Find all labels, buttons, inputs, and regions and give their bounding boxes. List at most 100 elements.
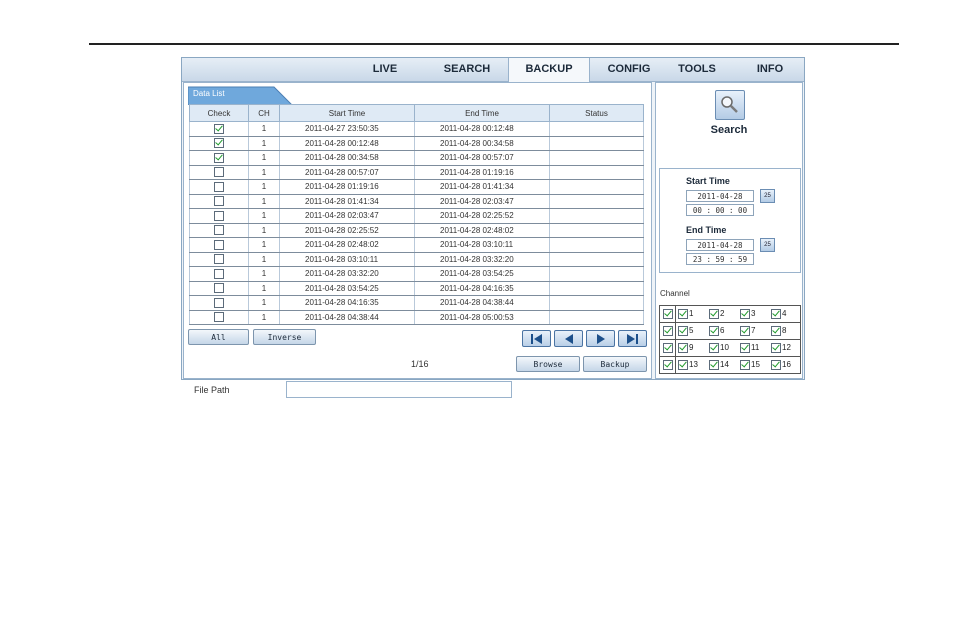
row-checkbox[interactable] xyxy=(214,283,224,294)
menu-config[interactable]: CONFIG xyxy=(595,58,663,81)
table-row[interactable]: 1 2011-04-28 02:03:47 2011-04-28 02:25:52 xyxy=(189,208,644,224)
channel-checkbox[interactable] xyxy=(709,360,719,370)
row-checkbox[interactable] xyxy=(214,268,224,279)
channel-row-all-checkbox[interactable] xyxy=(662,343,673,353)
row-end-time: 2011-04-28 04:38:44 xyxy=(414,295,550,311)
channel-checkbox[interactable] xyxy=(740,309,750,319)
channel-row: 1 2 3 4 xyxy=(659,305,801,323)
backup-button[interactable]: Backup xyxy=(583,356,647,372)
row-checkbox[interactable] xyxy=(214,297,224,308)
data-list-tab[interactable]: Data List xyxy=(188,85,293,105)
table-row[interactable]: 1 2011-04-28 00:57:07 2011-04-28 01:19:16 xyxy=(189,165,644,180)
end-clock-field[interactable]: 23 : 59 : 59 xyxy=(686,253,754,265)
channel-number: 5 xyxy=(689,326,694,336)
channel-option[interactable]: 11 xyxy=(738,343,769,353)
start-calendar-icon[interactable]: 25 xyxy=(760,189,775,203)
menu-tools[interactable]: TOOLS xyxy=(666,58,728,81)
channel-option[interactable]: 9 xyxy=(676,343,707,353)
row-status xyxy=(549,165,644,180)
channel-grid: 1 2 3 4 5 6 7 8 9 10 11 12 13 14 15 16 xyxy=(659,305,801,374)
channel-option[interactable]: 4 xyxy=(769,309,800,319)
search-label[interactable]: Search xyxy=(656,124,802,136)
table-row[interactable]: 1 2011-04-28 03:54:25 2011-04-28 04:16:35 xyxy=(189,281,644,296)
end-date-field[interactable]: 2011-04-28 xyxy=(686,239,754,251)
channel-checkbox[interactable] xyxy=(740,326,750,336)
channel-number: 10 xyxy=(720,343,729,353)
channel-checkbox[interactable] xyxy=(771,360,781,370)
row-checkbox[interactable] xyxy=(214,152,224,163)
table-row[interactable]: 1 2011-04-28 03:10:11 2011-04-28 03:32:20 xyxy=(189,252,644,267)
table-row[interactable]: 1 2011-04-28 02:25:52 2011-04-28 02:48:02 xyxy=(189,223,644,238)
row-check-cell xyxy=(189,121,249,137)
table-row[interactable]: 1 2011-04-28 04:38:44 2011-04-28 05:00:53 xyxy=(189,310,644,325)
channel-option[interactable]: 3 xyxy=(738,309,769,319)
prev-page-button[interactable] xyxy=(554,330,583,347)
channel-option[interactable]: 5 xyxy=(676,326,707,336)
channel-checkbox[interactable] xyxy=(771,309,781,319)
channel-checkbox[interactable] xyxy=(740,343,750,353)
channel-checkbox[interactable] xyxy=(709,326,719,336)
channel-option[interactable]: 12 xyxy=(769,343,800,353)
channel-checkbox[interactable] xyxy=(678,326,688,336)
row-checkbox[interactable] xyxy=(214,225,224,236)
row-end-time: 2011-04-28 03:54:25 xyxy=(414,266,550,282)
row-checkbox[interactable] xyxy=(214,239,224,250)
browse-button[interactable]: Browse xyxy=(516,356,580,372)
table-row[interactable]: 1 2011-04-28 01:41:34 2011-04-28 02:03:47 xyxy=(189,194,644,209)
menu-backup[interactable]: BACKUP xyxy=(508,58,590,82)
channel-checkbox[interactable] xyxy=(678,343,688,353)
row-checkbox[interactable] xyxy=(214,167,224,178)
channel-row-all-checkbox[interactable] xyxy=(662,326,673,336)
channel-option[interactable]: 1 xyxy=(676,309,707,319)
row-check-cell xyxy=(189,252,249,267)
row-checkbox[interactable] xyxy=(214,138,224,149)
channel-option[interactable]: 2 xyxy=(707,309,738,319)
end-calendar-icon[interactable]: 25 xyxy=(760,238,775,252)
channel-option[interactable]: 13 xyxy=(676,360,707,370)
channel-checkbox[interactable] xyxy=(740,360,750,370)
channel-checkbox[interactable] xyxy=(771,326,781,336)
menu-search[interactable]: SEARCH xyxy=(433,58,501,81)
channel-option[interactable]: 8 xyxy=(769,326,800,336)
first-page-button[interactable] xyxy=(522,330,551,347)
channel-checkbox[interactable] xyxy=(678,309,688,319)
row-checkbox[interactable] xyxy=(214,210,224,221)
channel-option[interactable]: 7 xyxy=(738,326,769,336)
table-row[interactable]: 1 2011-04-28 01:19:16 2011-04-28 01:41:34 xyxy=(189,179,644,195)
all-button[interactable]: All xyxy=(188,329,249,345)
menu-live[interactable]: LIVE xyxy=(356,58,414,81)
table-row[interactable]: 1 2011-04-28 00:34:58 2011-04-28 00:57:07 xyxy=(189,150,644,166)
next-page-button[interactable] xyxy=(586,330,615,347)
channel-row-all-checkbox[interactable] xyxy=(662,360,673,370)
channel-checkbox[interactable] xyxy=(709,309,719,319)
table-row[interactable]: 1 2011-04-28 03:32:20 2011-04-28 03:54:25 xyxy=(189,266,644,282)
channel-checkbox[interactable] xyxy=(678,360,688,370)
inverse-button[interactable]: Inverse xyxy=(253,329,316,345)
table-row[interactable]: 1 2011-04-28 04:16:35 2011-04-28 04:38:44 xyxy=(189,295,644,311)
table-row[interactable]: 1 2011-04-27 23:50:35 2011-04-28 00:12:48 xyxy=(189,121,644,137)
channel-checkbox[interactable] xyxy=(771,343,781,353)
channel-option[interactable]: 6 xyxy=(707,326,738,336)
menu-info[interactable]: INFO xyxy=(742,58,798,81)
row-checkbox[interactable] xyxy=(214,181,224,192)
channel-option[interactable]: 14 xyxy=(707,360,738,370)
table-row[interactable]: 1 2011-04-28 00:12:48 2011-04-28 00:34:58 xyxy=(189,136,644,151)
channel-row-all-checkbox[interactable] xyxy=(662,309,673,319)
row-checkbox[interactable] xyxy=(214,123,224,134)
start-clock-field[interactable]: 00 : 00 : 00 xyxy=(686,204,754,216)
search-icon-button[interactable] xyxy=(715,90,745,120)
channel-option[interactable]: 15 xyxy=(738,360,769,370)
file-path-input[interactable] xyxy=(286,381,512,398)
start-date-field[interactable]: 2011-04-28 xyxy=(686,190,754,202)
table-row[interactable]: 1 2011-04-28 02:48:02 2011-04-28 03:10:11 xyxy=(189,237,644,253)
row-status xyxy=(549,179,644,195)
row-check-cell xyxy=(189,179,249,195)
row-checkbox[interactable] xyxy=(214,196,224,207)
row-checkbox[interactable] xyxy=(214,254,224,265)
channel-number: 14 xyxy=(720,360,729,370)
channel-checkbox[interactable] xyxy=(709,343,719,353)
last-page-button[interactable] xyxy=(618,330,647,347)
row-checkbox[interactable] xyxy=(214,312,224,323)
channel-option[interactable]: 16 xyxy=(769,360,800,370)
channel-option[interactable]: 10 xyxy=(707,343,738,353)
